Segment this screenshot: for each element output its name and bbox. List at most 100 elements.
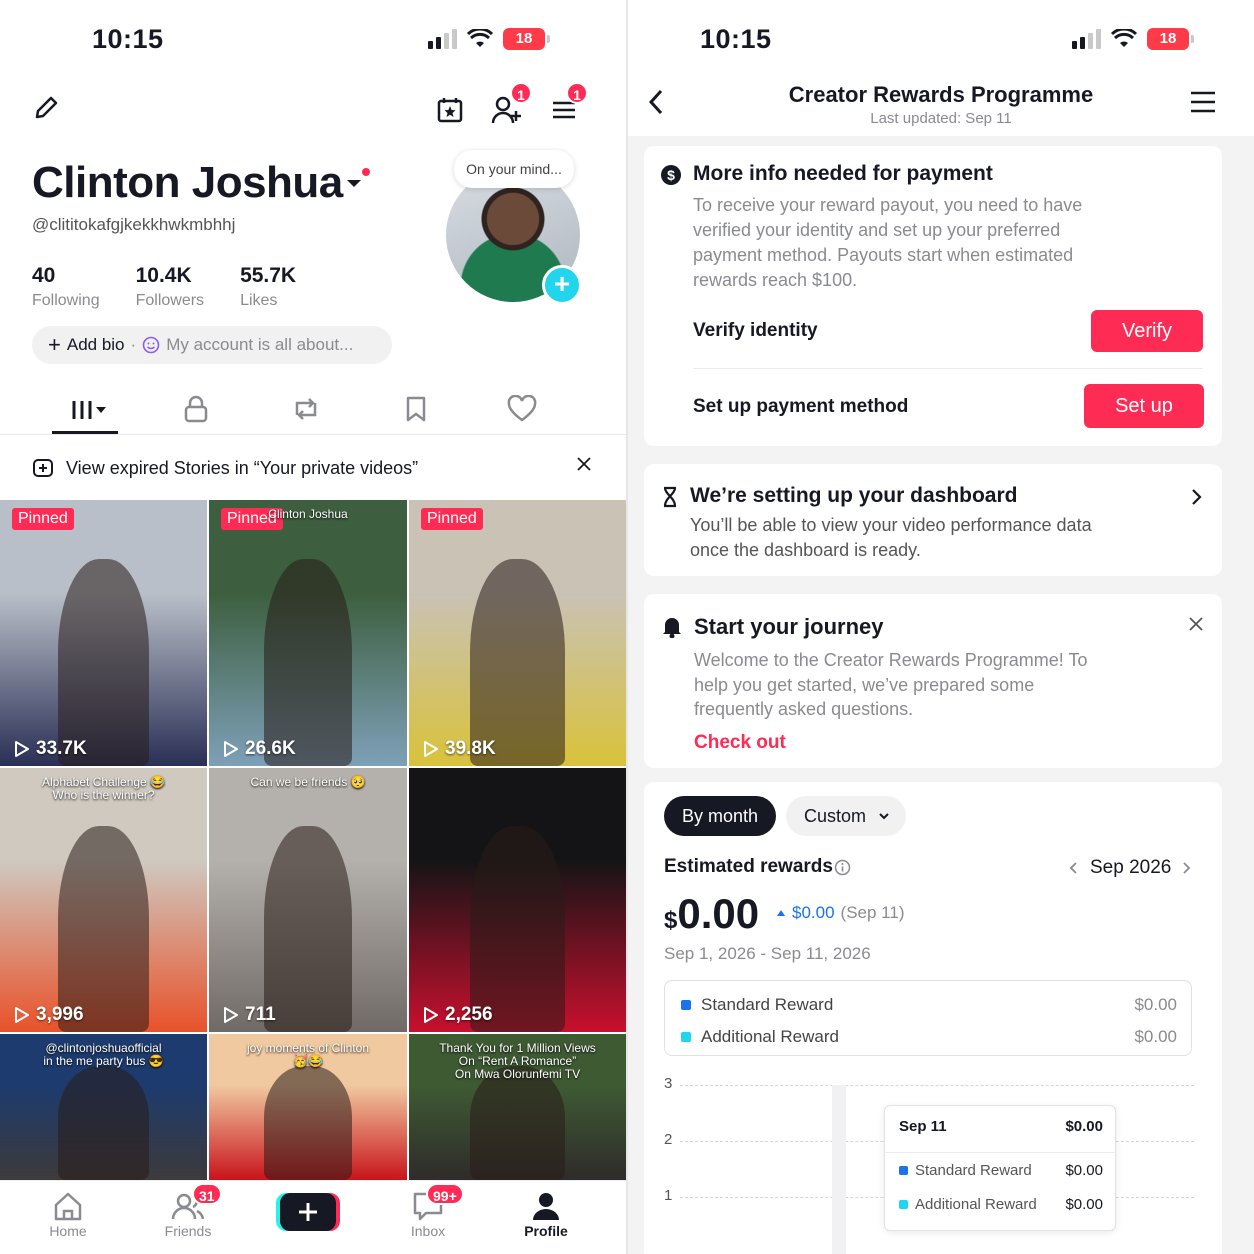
smile-icon <box>142 336 160 354</box>
tooltip-header: Sep 11 $0.00 <box>899 1118 1103 1135</box>
close-icon[interactable] <box>576 456 592 472</box>
arrow-up-icon <box>777 910 785 916</box>
stat-following[interactable]: 40 Following <box>32 264 100 310</box>
menu-icon[interactable]: 1 <box>548 82 588 126</box>
y-tick: 2 <box>664 1131 673 1148</box>
reward-change: $0.00 (Sep 11) <box>776 903 905 923</box>
legend-name: Standard Reward <box>701 995 834 1014</box>
view-count-value: 3,996 <box>36 1004 84 1025</box>
create-button[interactable] <box>280 1193 336 1231</box>
wifi-icon <box>467 29 493 47</box>
nav-inbox[interactable]: Inbox 99+ <box>388 1183 468 1239</box>
edit-icon[interactable] <box>30 92 62 124</box>
stat-likes[interactable]: 55.7K Likes <box>240 264 296 310</box>
legend-standard: Standard Reward $0.00 <box>681 995 1177 1015</box>
setup-button[interactable]: Set up <box>1084 384 1204 428</box>
video-caption: Clinton Joshua <box>268 507 348 521</box>
view-count: 2,256 <box>423 1004 493 1026</box>
custom-dropdown[interactable]: Custom <box>786 796 907 836</box>
close-icon[interactable] <box>1188 616 1204 632</box>
video-thumbnail[interactable]: Pinned Clinton Joshua 26.6K <box>209 500 407 766</box>
video-thumbnail[interactable]: 2,256 <box>409 768 626 1032</box>
legend-dot <box>899 1166 908 1175</box>
dashboard-setup-card[interactable]: We’re setting up your dashboard You’ll b… <box>644 464 1222 576</box>
legend-name: Additional Reward <box>701 1027 839 1046</box>
video-subject <box>57 1066 150 1180</box>
inbox-badge: 99+ <box>426 1183 464 1205</box>
plus-icon: + <box>48 332 61 357</box>
video-caption: @clintonjoshuaofficial in the me party b… <box>43 1041 164 1068</box>
add-story-button[interactable]: + <box>542 265 582 305</box>
video-thumbnail[interactable]: Pinned 39.8K <box>409 500 626 766</box>
bookmark-icon <box>406 396 426 422</box>
tab-reposts[interactable] <box>276 389 336 429</box>
story-add-icon <box>33 459 53 477</box>
expired-stories-banner[interactable]: View expired Stories in “Your private vi… <box>32 452 592 484</box>
by-month-tab[interactable]: By month <box>664 796 777 836</box>
video-caption: Can we be friends 🥺 <box>250 775 366 789</box>
play-icon <box>15 741 29 757</box>
legend-dot <box>899 1200 908 1209</box>
stat-followers[interactable]: 10.4K Followers <box>136 264 204 310</box>
chevron-left-icon[interactable] <box>1068 861 1078 875</box>
tab-liked[interactable] <box>492 389 552 429</box>
chevron-right-icon[interactable] <box>1182 861 1192 875</box>
y-tick: 3 <box>664 1075 673 1092</box>
start-journey-card: Start your journey Welcome to the Creato… <box>644 594 1222 768</box>
video-thumbnail[interactable]: @clintonjoshuaofficial in the me party b… <box>0 1034 207 1180</box>
video-subject <box>469 826 566 1032</box>
tooltip-date: Sep 11 <box>899 1118 947 1135</box>
active-tab-indicator <box>52 431 118 434</box>
bell-icon <box>663 618 681 638</box>
period-label: Sep 2026 <box>1090 857 1172 878</box>
calendar-star-icon[interactable] <box>434 94 466 126</box>
tooltip-series-name: Standard Reward <box>915 1162 1032 1179</box>
view-count: 3,996 <box>14 1004 84 1026</box>
account-switch-icon[interactable] <box>346 166 372 192</box>
status-time: 10:15 <box>92 24 164 54</box>
add-friend-icon[interactable]: 1 <box>490 82 532 126</box>
profile-handle: @clititokafgjkekkhwkmbhhj <box>32 215 236 234</box>
heart-icon <box>507 395 537 422</box>
video-thumbnail[interactable]: Pinned 33.7K <box>0 500 207 766</box>
mind-bubble[interactable]: On your mind... <box>454 150 574 188</box>
wifi-icon <box>1111 29 1137 47</box>
date-range: Sep 1, 2026 - Sep 11, 2026 <box>664 944 871 963</box>
check-out-link[interactable]: Check out <box>694 732 786 754</box>
change-date: (Sep 11) <box>840 903 905 922</box>
video-thumbnail[interactable]: joy moments of Clinton 🥳😂 <box>209 1034 407 1180</box>
menu-icon[interactable] <box>1188 90 1218 114</box>
add-bio-button[interactable]: + Add bio · My account is all about... <box>32 326 392 364</box>
play-icon <box>15 1007 29 1023</box>
tab-favorites[interactable] <box>386 389 446 429</box>
video-thumbnail[interactable]: Can we be friends 🥺 711 <box>209 768 407 1032</box>
nav-profile[interactable]: Profile <box>506 1189 586 1239</box>
tab-videos[interactable] <box>56 389 116 429</box>
video-thumbnail[interactable]: Thank You for 1 Million Views On “Rent A… <box>409 1034 626 1180</box>
nav-friends[interactable]: Friends 31 <box>148 1183 228 1239</box>
estimated-rewards-title: Estimated rewards <box>664 856 833 877</box>
verify-button[interactable]: Verify <box>1091 310 1203 352</box>
legend-additional: Additional Reward $0.00 <box>681 1027 1177 1047</box>
nav-home[interactable]: Home <box>28 1189 108 1239</box>
payment-card-body: To receive your reward payout, you need … <box>693 195 1083 290</box>
video-caption: Thank You for 1 Million Views On “Rent A… <box>439 1041 596 1081</box>
menu-badge: 1 <box>566 82 588 104</box>
tooltip-total: $0.00 <box>1065 1118 1103 1135</box>
nav-label: Friends <box>164 1223 212 1239</box>
hourglass-icon <box>663 486 677 508</box>
info-icon[interactable] <box>834 859 851 876</box>
creator-rewards-screen: 10:15 18 Creator Rewards Programme Last … <box>628 0 1254 1254</box>
video-thumbnail[interactable]: Alphabet Challenge 😂 Who is the winner? 3… <box>0 768 207 1032</box>
nav-label: Profile <box>524 1223 568 1239</box>
plus-icon <box>299 1203 317 1221</box>
play-icon <box>424 1007 438 1023</box>
video-subject <box>57 826 150 1032</box>
journey-card-body: Welcome to the Creator Rewards Programme… <box>694 650 1088 719</box>
video-caption: Alphabet Challenge 😂 Who is the winner? <box>41 775 166 802</box>
battery-icon: 18 <box>1147 28 1194 50</box>
verify-identity-label: Verify identity <box>693 320 818 341</box>
stories-banner-text: View expired Stories in “Your private vi… <box>66 457 419 478</box>
tab-private[interactable] <box>166 389 226 429</box>
profile-icon <box>533 1193 559 1220</box>
